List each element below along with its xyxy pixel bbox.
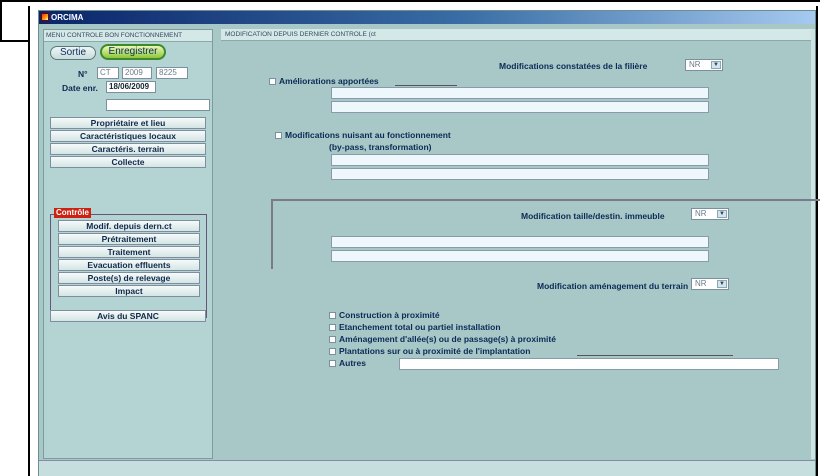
group-pretraitement-button[interactable]: Prétraitement (58, 233, 200, 245)
enregistrer-button[interactable]: Enregistrer (100, 44, 166, 60)
taille-label: Modification taille/destin. immeuble (521, 211, 665, 221)
ameliorations-line-2[interactable] (331, 101, 709, 113)
date-label: Date enr. (62, 83, 98, 93)
amenagement-allee-checkbox[interactable] (329, 336, 336, 343)
filiere-select[interactable]: NR ▼ (685, 59, 723, 71)
group-impact-button[interactable]: Impact (58, 285, 200, 297)
main-panel-header: MODIFICATION DEPUIS DERNIER CONTROLE (ct (221, 29, 815, 41)
ameliorations-label: Améliorations apportées (279, 76, 379, 86)
group-poste-relevage-button[interactable]: Poste(s) de relevage (58, 272, 200, 284)
nuisant-checkbox[interactable] (275, 132, 282, 139)
plantations-checkbox[interactable] (329, 348, 336, 355)
nav-caracteristiques-locaux-button[interactable]: Caractéristiques locaux (50, 130, 206, 142)
left-panel-header: MENU CONTROLE BON FONCTIONNEMENT (44, 30, 212, 42)
filiere-label: Modifications constatées de la filière (499, 61, 648, 71)
plantations-label: Plantations sur ou à proximité de l'impl… (339, 346, 531, 356)
nuisant-line-1[interactable] (331, 154, 709, 166)
avis-spanc-button[interactable]: Avis du SPANC (50, 310, 206, 322)
etanchement-label: Etanchement total ou partiel installatio… (339, 322, 501, 332)
ameliorations-checkbox[interactable] (269, 78, 276, 85)
nav-collecte-button[interactable]: Collecte (50, 156, 206, 168)
sortie-button[interactable]: Sortie (50, 46, 96, 60)
num-id-field[interactable]: 8225 (156, 67, 188, 79)
amenagement-select[interactable]: NR ▼ (691, 278, 729, 290)
chevron-down-icon[interactable]: ▼ (717, 210, 727, 218)
date-field[interactable]: 18/06/2009 (106, 81, 156, 93)
status-strip (39, 460, 815, 476)
app-window: ORCIMA MENU CONTROLE BON FONCTIONNEMENT … (38, 10, 820, 476)
chevron-down-icon[interactable]: ▼ (711, 61, 721, 69)
nuisant-sub-label: (by-pass, transformation) (329, 142, 432, 152)
extra-field[interactable] (106, 99, 210, 111)
chevron-down-icon[interactable]: ▼ (717, 280, 727, 288)
controle-group-label: Contrôle (54, 208, 91, 218)
nav-proprietaire-button[interactable]: Propriétaire et lieu (50, 117, 206, 129)
title-bar: ORCIMA (39, 11, 815, 24)
window-title: ORCIMA (51, 13, 84, 22)
taille-line-1[interactable] (331, 236, 709, 248)
etanchement-checkbox[interactable] (329, 324, 336, 331)
screenshot-frame-left (28, 6, 30, 476)
nuisant-label: Modifications nuisant au fonctionnement (285, 130, 451, 140)
taille-line-2[interactable] (331, 250, 709, 262)
amenagement-label: Modification aménagement du terrain (537, 281, 689, 291)
autres-field[interactable] (399, 358, 779, 370)
construction-checkbox[interactable] (329, 312, 336, 319)
filiere-select-value: NR (689, 60, 701, 69)
main-form-panel: MODIFICATION DEPUIS DERNIER CONTROLE (ct… (221, 29, 820, 459)
ameliorations-underline (395, 85, 457, 86)
plantations-underline (577, 355, 733, 356)
nuisant-line-2[interactable] (331, 168, 709, 180)
left-menu-panel: MENU CONTROLE BON FONCTIONNEMENT Sortie … (43, 29, 213, 459)
amenagement-allee-label: Aménagement d'allée(s) ou de passage(s) … (339, 334, 556, 344)
num-prefix-field[interactable]: CT (97, 67, 119, 79)
autres-label: Autres (339, 358, 366, 368)
app-logo-icon (41, 13, 49, 21)
num-label: N° (78, 69, 88, 79)
screenshot-frame-corner (0, 0, 28, 42)
group-traitement-button[interactable]: Traitement (58, 246, 200, 258)
num-year-field[interactable]: 2009 (122, 67, 152, 79)
nav-caracteris-terrain-button[interactable]: Caractéris. terrain (50, 143, 206, 155)
construction-label: Construction à proximité (339, 310, 440, 320)
group-evacuation-button[interactable]: Evacuation effluents (58, 259, 200, 271)
screenshot-frame-top (0, 0, 820, 6)
ameliorations-line-1[interactable] (331, 87, 709, 99)
taille-select[interactable]: NR ▼ (691, 208, 729, 220)
taille-select-value: NR (695, 209, 707, 218)
autres-checkbox[interactable] (329, 360, 336, 367)
amenagement-select-value: NR (695, 279, 707, 288)
group-modif-depuis-button[interactable]: Modif. depuis dern.ct (58, 220, 200, 232)
